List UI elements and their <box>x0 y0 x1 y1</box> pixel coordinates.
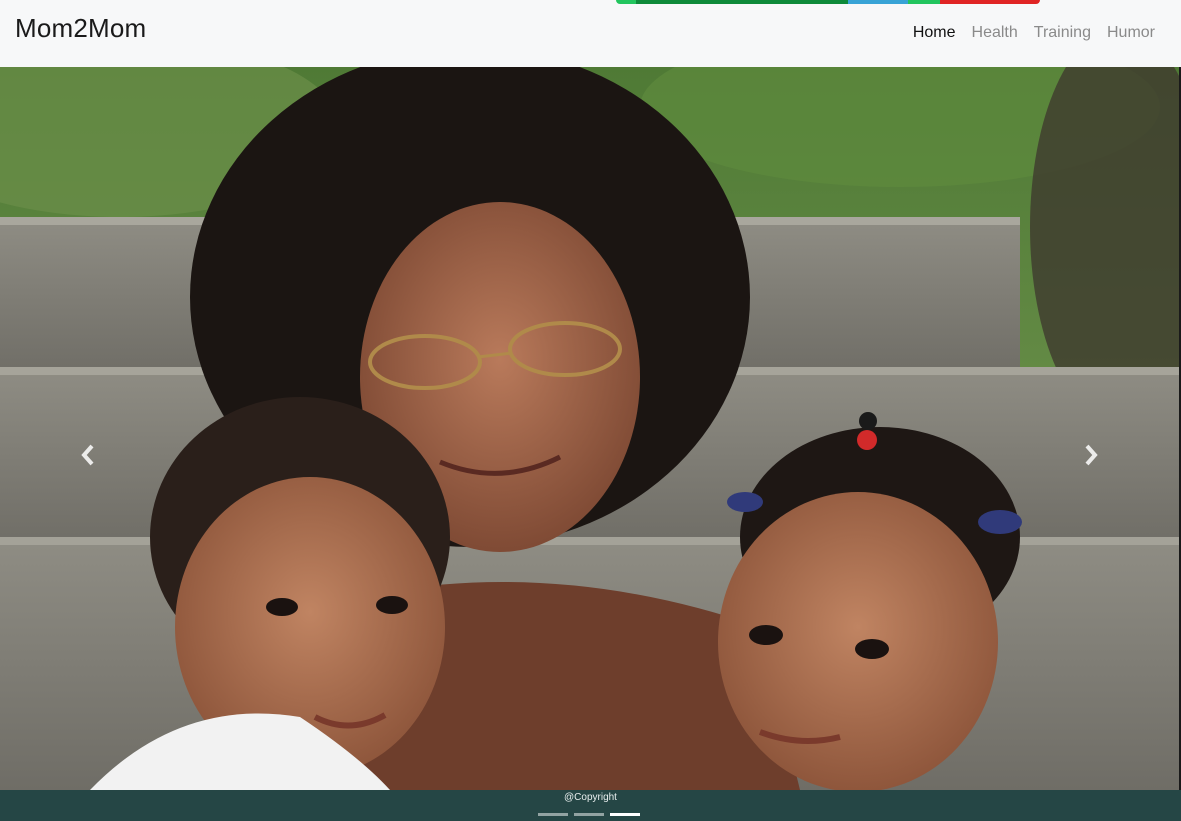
carousel-indicators <box>538 813 640 816</box>
carousel-indicator-1[interactable] <box>538 813 568 816</box>
copyright-text: @Copyright <box>564 792 617 803</box>
footer: @Copyright <box>0 790 1181 821</box>
carousel-next-button[interactable] <box>1079 443 1103 467</box>
carousel-indicator-3[interactable] <box>610 813 640 816</box>
carousel-indicator-2[interactable] <box>574 813 604 816</box>
nav-links: Home Health Training Humor <box>913 24 1155 42</box>
nav-link-training[interactable]: Training <box>1034 24 1091 42</box>
nav-link-humor[interactable]: Humor <box>1107 24 1155 42</box>
page: Mom2Mom Home Health Training Humor @Copy… <box>0 0 1181 821</box>
hero-carousel <box>0 67 1181 790</box>
chevron-right-icon <box>1085 444 1098 466</box>
navbar: Mom2Mom Home Health Training Humor <box>0 0 1181 67</box>
extension-color-strip <box>616 0 1040 4</box>
carousel-prev-button[interactable] <box>76 443 100 467</box>
chevron-left-icon <box>81 444 94 466</box>
brand-logo-link[interactable]: Mom2Mom <box>15 13 146 44</box>
nav-link-home[interactable]: Home <box>913 24 956 42</box>
carousel-slide-image <box>0 67 1181 790</box>
nav-link-health[interactable]: Health <box>972 24 1018 42</box>
